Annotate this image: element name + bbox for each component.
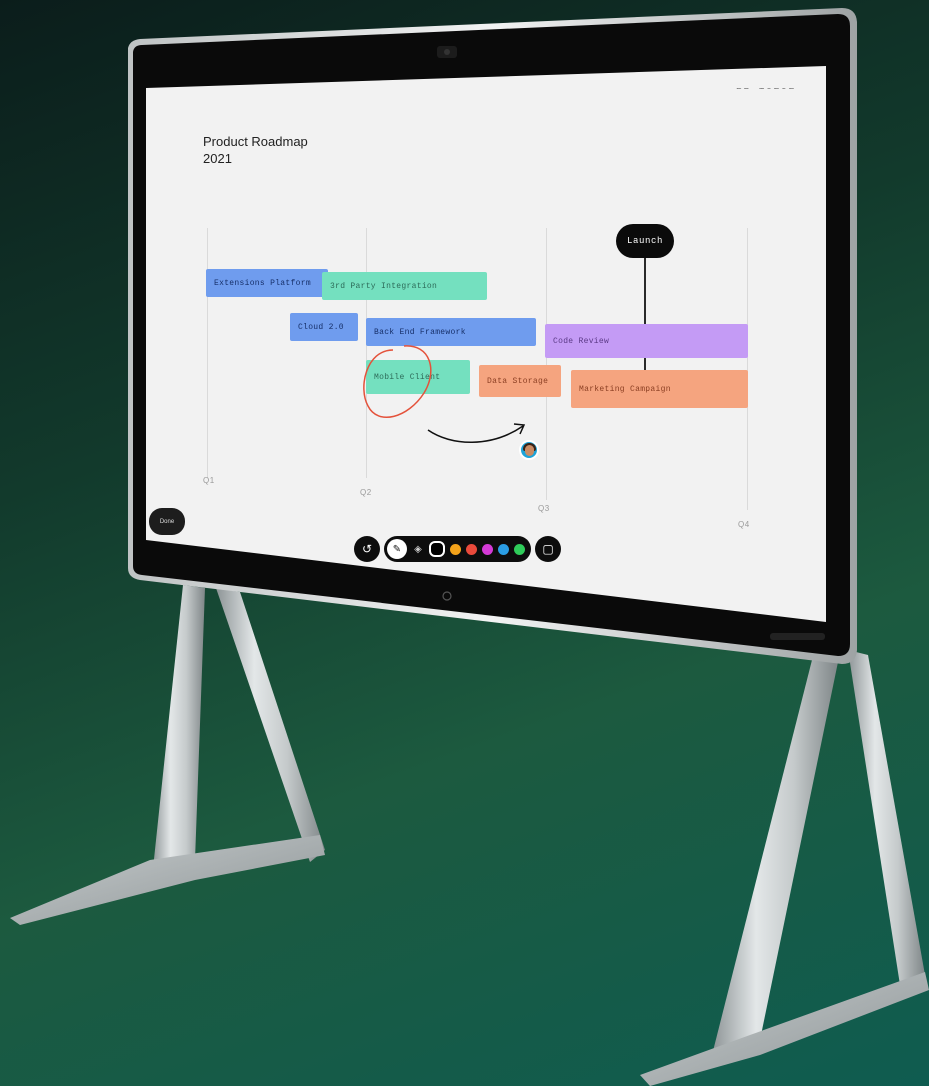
color-swatch-blue[interactable]	[498, 543, 509, 555]
color-swatch-green[interactable]	[514, 543, 525, 555]
right-leg	[712, 660, 838, 1055]
speaker-grille	[770, 633, 825, 640]
sticky-note-icon[interactable]: ▢	[535, 536, 561, 562]
eraser-icon[interactable]: ◈	[412, 544, 424, 555]
ink-arrow	[427, 425, 524, 443]
color-swatch-red[interactable]	[466, 543, 477, 555]
pen-icon[interactable]: ✎	[387, 539, 407, 559]
done-button[interactable]: Done	[149, 508, 185, 535]
drawing-toolbar: ↺ ✎ ◈ ▢	[354, 534, 561, 564]
ink-circle	[363, 345, 432, 419]
right-leg-rear	[848, 650, 925, 985]
board-device: BB-10292 Product Roadmap 2021 Q1 Q2 Q3 Q…	[0, 0, 929, 700]
color-swatch-magenta[interactable]	[482, 543, 493, 555]
color-palette: ✎ ◈	[384, 536, 531, 562]
color-swatch-yellow[interactable]	[450, 543, 461, 555]
undo-icon[interactable]: ↺	[354, 536, 380, 562]
right-foot	[640, 972, 929, 1086]
color-swatch-black[interactable]	[429, 541, 445, 557]
whiteboard-screen[interactable]: BB-10292 Product Roadmap 2021 Q1 Q2 Q3 Q…	[146, 88, 826, 613]
participant-avatar[interactable]	[519, 440, 539, 460]
